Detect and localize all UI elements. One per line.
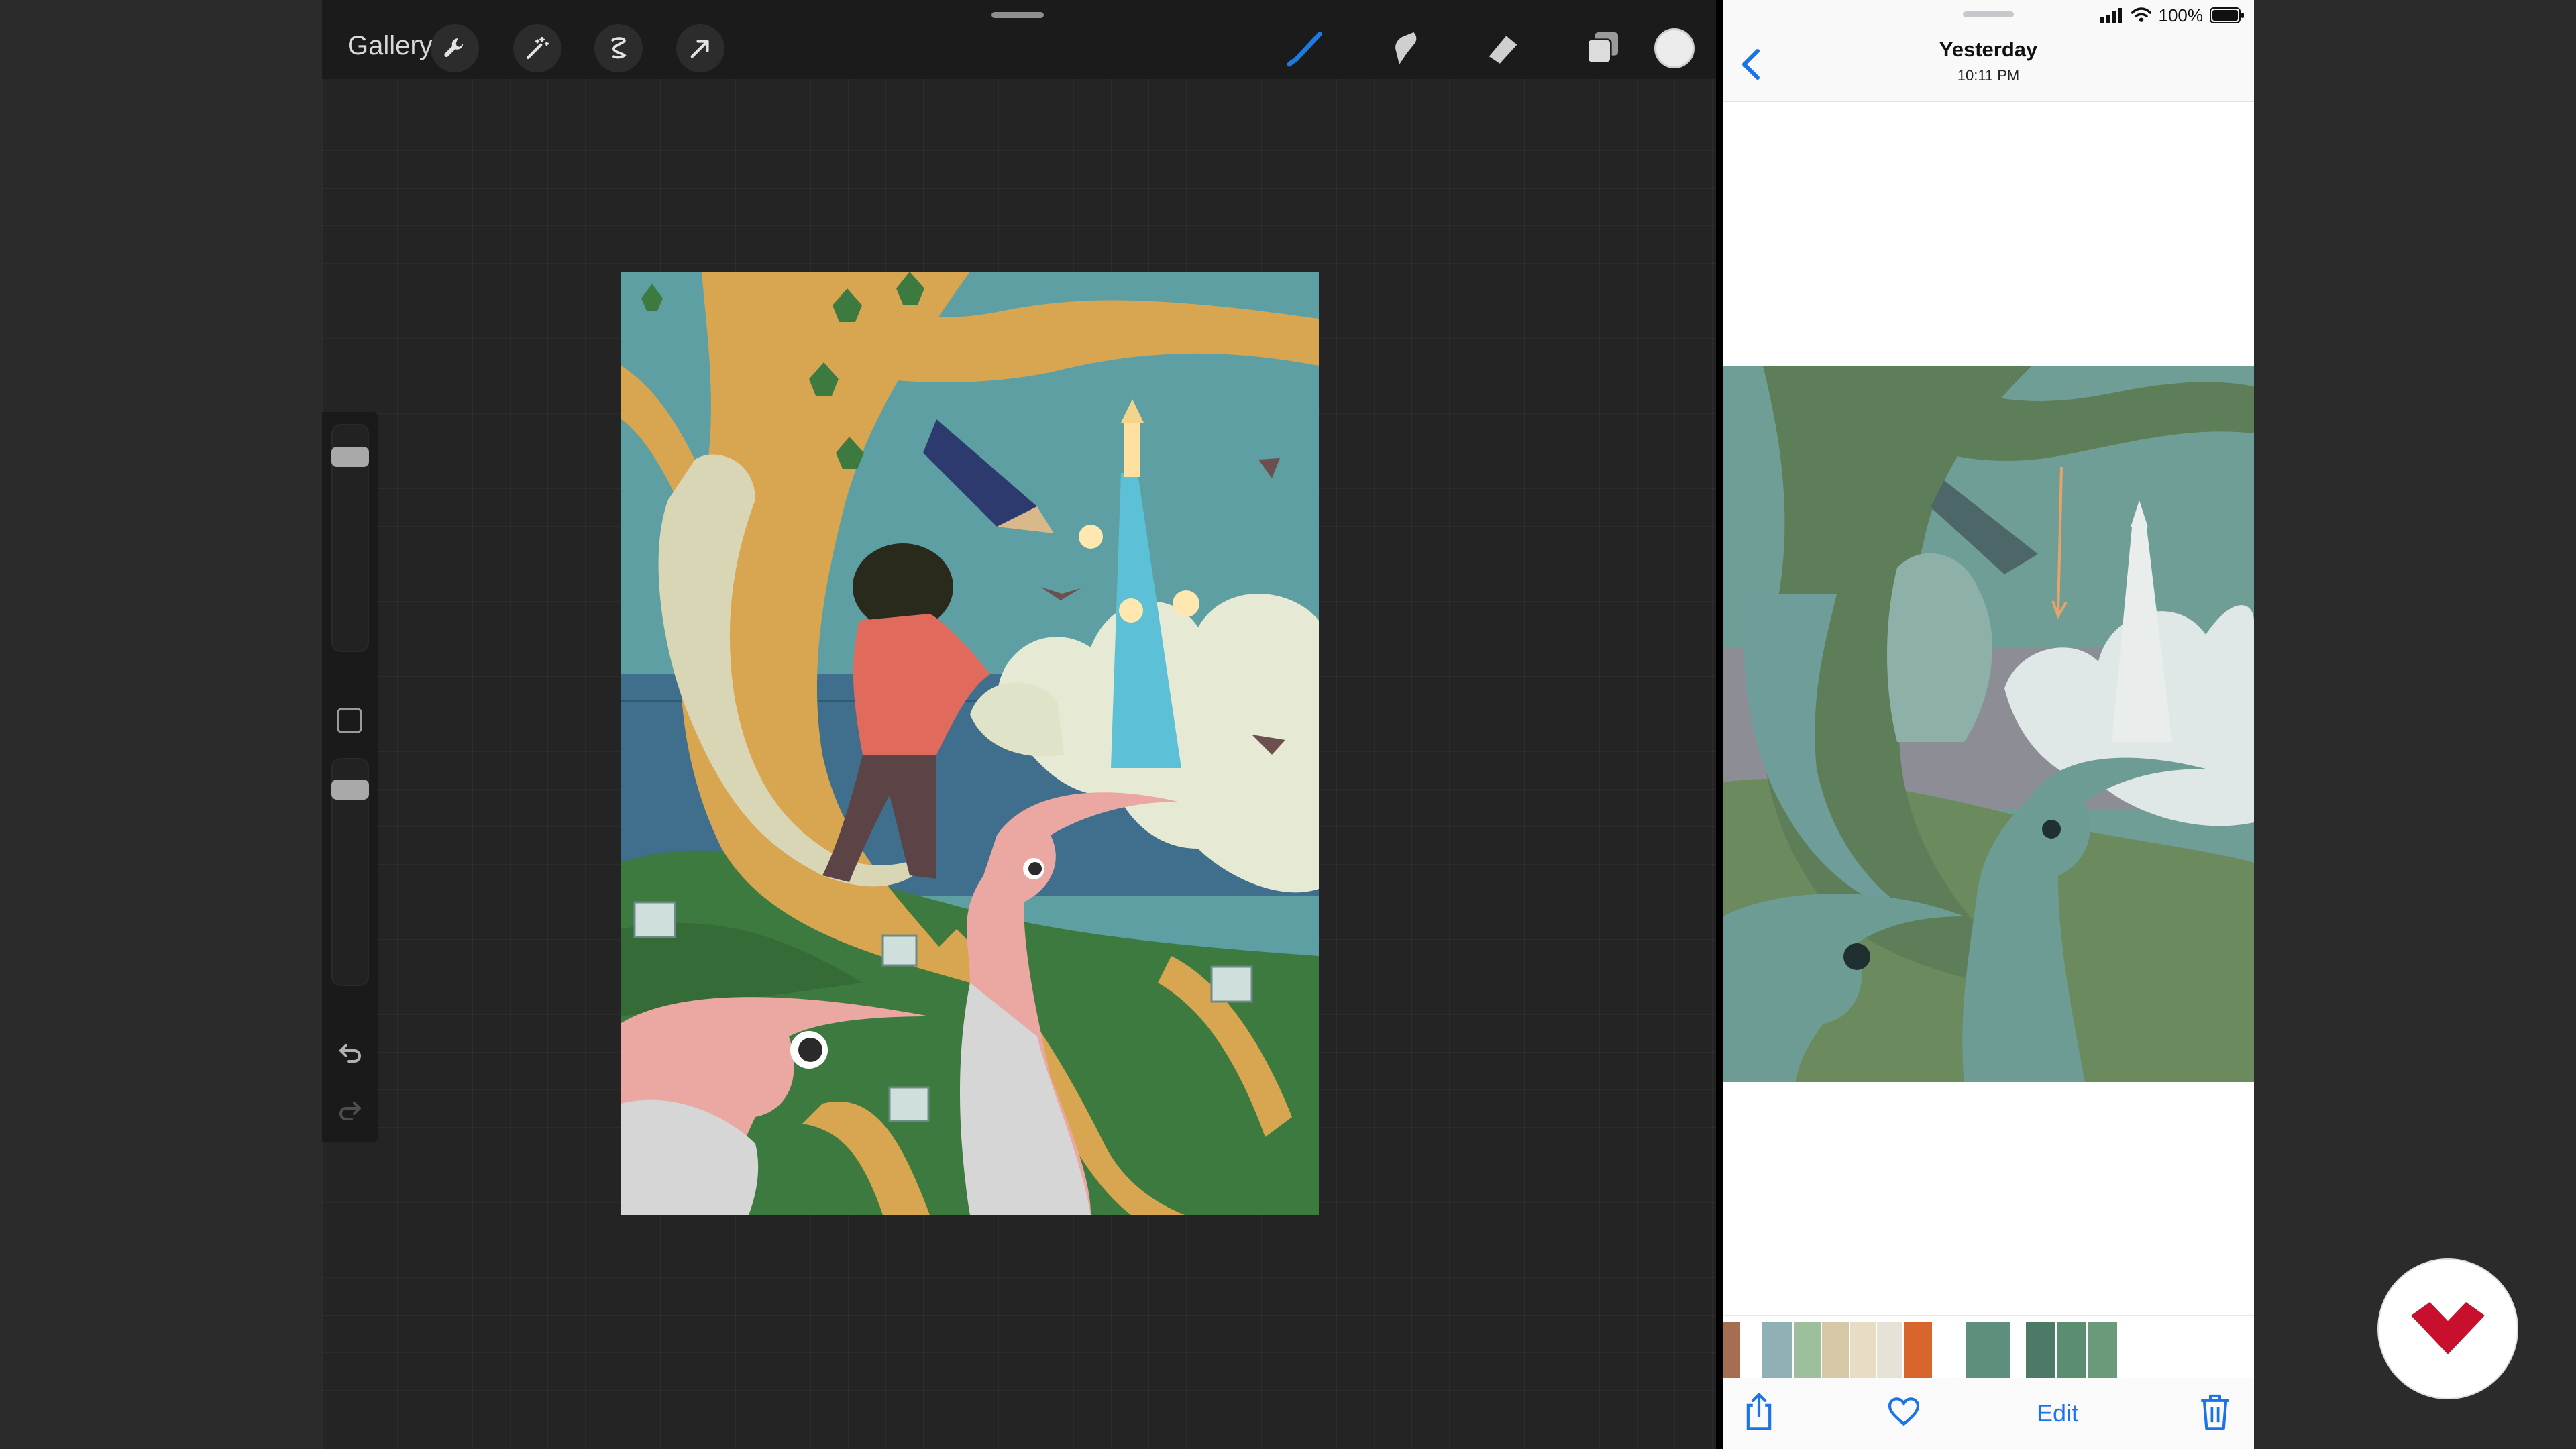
magic-wand-icon bbox=[526, 36, 549, 60]
actions-button[interactable] bbox=[431, 24, 479, 72]
modify-button[interactable] bbox=[337, 708, 362, 733]
selection-button[interactable] bbox=[594, 24, 643, 72]
selection-icon bbox=[611, 37, 627, 59]
thumbnail[interactable] bbox=[1877, 1322, 1902, 1381]
procreate-sidebar bbox=[322, 412, 378, 1142]
wrench-icon bbox=[444, 38, 464, 58]
status-bar: 100% bbox=[2099, 4, 2245, 27]
battery-percentage: 100% bbox=[2158, 5, 2204, 25]
split-view-gap bbox=[1716, 0, 1723, 1449]
app-screen: Gallery 100% Yesterday 10:11 PM Edit bbox=[0, 0, 2576, 1449]
thumbnail[interactable] bbox=[1966, 1322, 2010, 1381]
thumbnail[interactable] bbox=[1822, 1322, 1849, 1381]
photos-header: 100% Yesterday 10:11 PM bbox=[1723, 0, 2254, 102]
smudge-tool-button[interactable] bbox=[1379, 23, 1430, 74]
trash-icon[interactable] bbox=[2196, 1391, 2234, 1432]
opacity-thumb[interactable] bbox=[331, 780, 369, 800]
thumbnail[interactable] bbox=[1904, 1322, 1932, 1381]
smudge-icon bbox=[1395, 32, 1417, 64]
thumbnail[interactable] bbox=[1762, 1322, 1792, 1381]
cellular-signal-icon bbox=[2099, 8, 2122, 23]
eraser-icon bbox=[1487, 36, 1517, 66]
brand-logo-mark-icon bbox=[2411, 1302, 2485, 1354]
battery-icon bbox=[2210, 7, 2244, 23]
procreate-app: Gallery bbox=[322, 0, 1723, 1449]
drawing-canvas[interactable] bbox=[621, 272, 1319, 1215]
thumbnail[interactable] bbox=[2088, 1322, 2117, 1381]
illustration-artwork bbox=[621, 272, 1319, 1215]
wifi-icon bbox=[2131, 7, 2151, 22]
photo-time-subtitle: 10:11 PM bbox=[1957, 67, 2020, 84]
photo-date-title: Yesterday bbox=[1939, 38, 2038, 61]
edit-button[interactable]: Edit bbox=[2037, 1399, 2078, 1428]
reference-photo-image bbox=[1723, 366, 2254, 1082]
brand-logo bbox=[2379, 1260, 2517, 1398]
multitasking-grabber[interactable] bbox=[991, 12, 1044, 18]
share-icon[interactable] bbox=[1740, 1391, 1778, 1432]
layers-tool-button[interactable] bbox=[1576, 23, 1627, 74]
layers-icon bbox=[1587, 32, 1618, 64]
thumbnail[interactable] bbox=[1794, 1322, 1821, 1381]
reference-photo[interactable] bbox=[1723, 366, 2254, 1082]
brush-size-thumb[interactable] bbox=[331, 447, 369, 467]
redo-icon[interactable] bbox=[334, 1093, 366, 1126]
adjustments-button[interactable] bbox=[513, 24, 561, 72]
heart-icon[interactable] bbox=[1885, 1391, 1923, 1432]
gallery-button[interactable]: Gallery bbox=[347, 31, 433, 61]
transform-arrow-icon bbox=[690, 40, 709, 58]
thumbnail[interactable] bbox=[2057, 1322, 2086, 1381]
multitasking-grabber-photos[interactable] bbox=[1963, 11, 2014, 17]
color-picker-swatch[interactable] bbox=[1654, 28, 1695, 68]
thumbnail[interactable] bbox=[1850, 1322, 1876, 1381]
photo-thumbnail-strip bbox=[1723, 1315, 2254, 1381]
eraser-tool-button[interactable] bbox=[1477, 23, 1528, 74]
thumbnail[interactable] bbox=[1723, 1322, 1740, 1381]
transform-button[interactable] bbox=[676, 24, 724, 72]
thumbnail[interactable] bbox=[2026, 1322, 2055, 1381]
undo-icon[interactable] bbox=[334, 1036, 366, 1068]
brush-icon bbox=[1287, 32, 1322, 67]
procreate-toolbar: Gallery bbox=[322, 0, 1723, 79]
brush-tool-button[interactable] bbox=[1280, 23, 1331, 74]
photos-toolbar: Edit bbox=[1723, 1378, 2254, 1449]
photos-app: 100% Yesterday 10:11 PM Edit bbox=[1723, 0, 2254, 1449]
